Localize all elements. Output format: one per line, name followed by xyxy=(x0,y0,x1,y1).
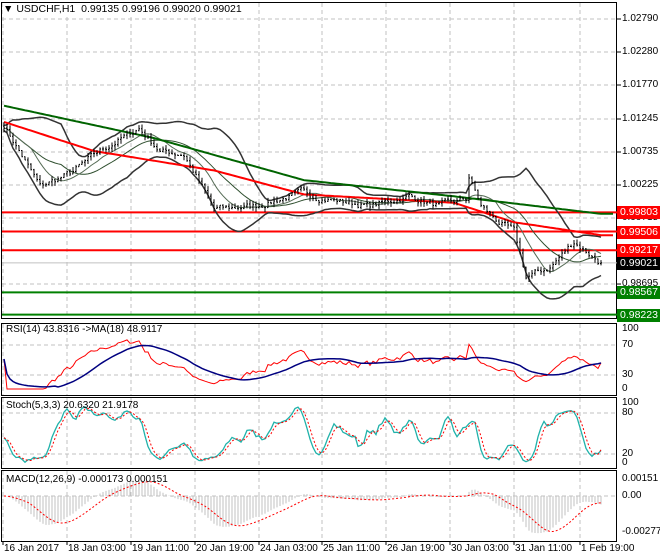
price-axis-label: 1.01770 xyxy=(622,79,659,90)
rsi-axis-label: 0 xyxy=(622,383,628,394)
price-axis-label: 1.00735 xyxy=(622,145,659,157)
price-axis-label: 1.00225 xyxy=(622,179,659,190)
time-axis-label: 24 Jan 03:00 xyxy=(260,543,318,554)
level-price-tag: 0.99217 xyxy=(617,244,660,258)
stoch-axis-label: 80 xyxy=(622,407,634,418)
close-value: 0.99021 xyxy=(203,3,242,15)
macd-axis-label: 0.00 xyxy=(622,490,642,501)
stoch-axis-label: 0 xyxy=(622,457,628,468)
panel-frame-0 xyxy=(1,2,617,319)
low-value: 0.99020 xyxy=(162,3,201,15)
macd-axis-label: -0.002771 xyxy=(622,526,660,537)
time-axis-label: 30 Jan 03:00 xyxy=(451,543,509,554)
time-axis-label: 18 Jan 03:00 xyxy=(68,543,126,554)
macd-title: MACD(12,26,9) -0.000173 0.000151 xyxy=(6,474,168,485)
rsi-axis-label: 70 xyxy=(622,339,634,350)
rsi-axis-label: 100 xyxy=(622,323,639,334)
rsi-axis-label: 30 xyxy=(622,369,634,380)
time-axis-label: 20 Jan 19:00 xyxy=(196,543,254,554)
time-axis-label: 16 Jan 2017 xyxy=(4,543,60,554)
collapse-triangle-icon[interactable]: ▼ xyxy=(3,3,13,15)
price-axis-label: 1.02790 xyxy=(622,13,659,24)
current-price-tag: 0.99021 xyxy=(617,256,660,270)
price-axis-label: 1.01245 xyxy=(622,112,659,124)
level-price-tag: 0.98223 xyxy=(617,308,660,322)
symbol-label: USDCHF,H1 xyxy=(16,3,76,15)
time-axis-label: 26 Jan 19:00 xyxy=(387,543,445,554)
stoch-title: Stoch(5,3,3) 20.6320 21.9178 xyxy=(6,400,139,411)
level-price-tag: 0.98567 xyxy=(617,286,660,300)
open-value: 0.99135 xyxy=(81,3,120,15)
rsi-title: RSI(14) 43.8316 ->MA(18) 48.9117 xyxy=(6,324,163,335)
level-price-tag: 0.99506 xyxy=(617,225,660,239)
price-axis-label: 1.02280 xyxy=(622,46,659,57)
time-axis-label: 19 Jan 11:00 xyxy=(132,543,190,554)
time-axis-label: 25 Jan 11:00 xyxy=(323,543,381,554)
chart-header: ▼ USDCHF,H1 0.99135 0.99196 0.99020 0.99… xyxy=(3,3,242,15)
macd-axis-label: 0.00151 xyxy=(622,473,659,484)
level-price-tag: 0.99803 xyxy=(617,206,660,220)
high-value: 0.99196 xyxy=(122,3,160,15)
time-axis-label: 31 Jan 11:00 xyxy=(515,543,573,554)
time-axis-label: 1 Feb 19:00 xyxy=(581,543,635,554)
